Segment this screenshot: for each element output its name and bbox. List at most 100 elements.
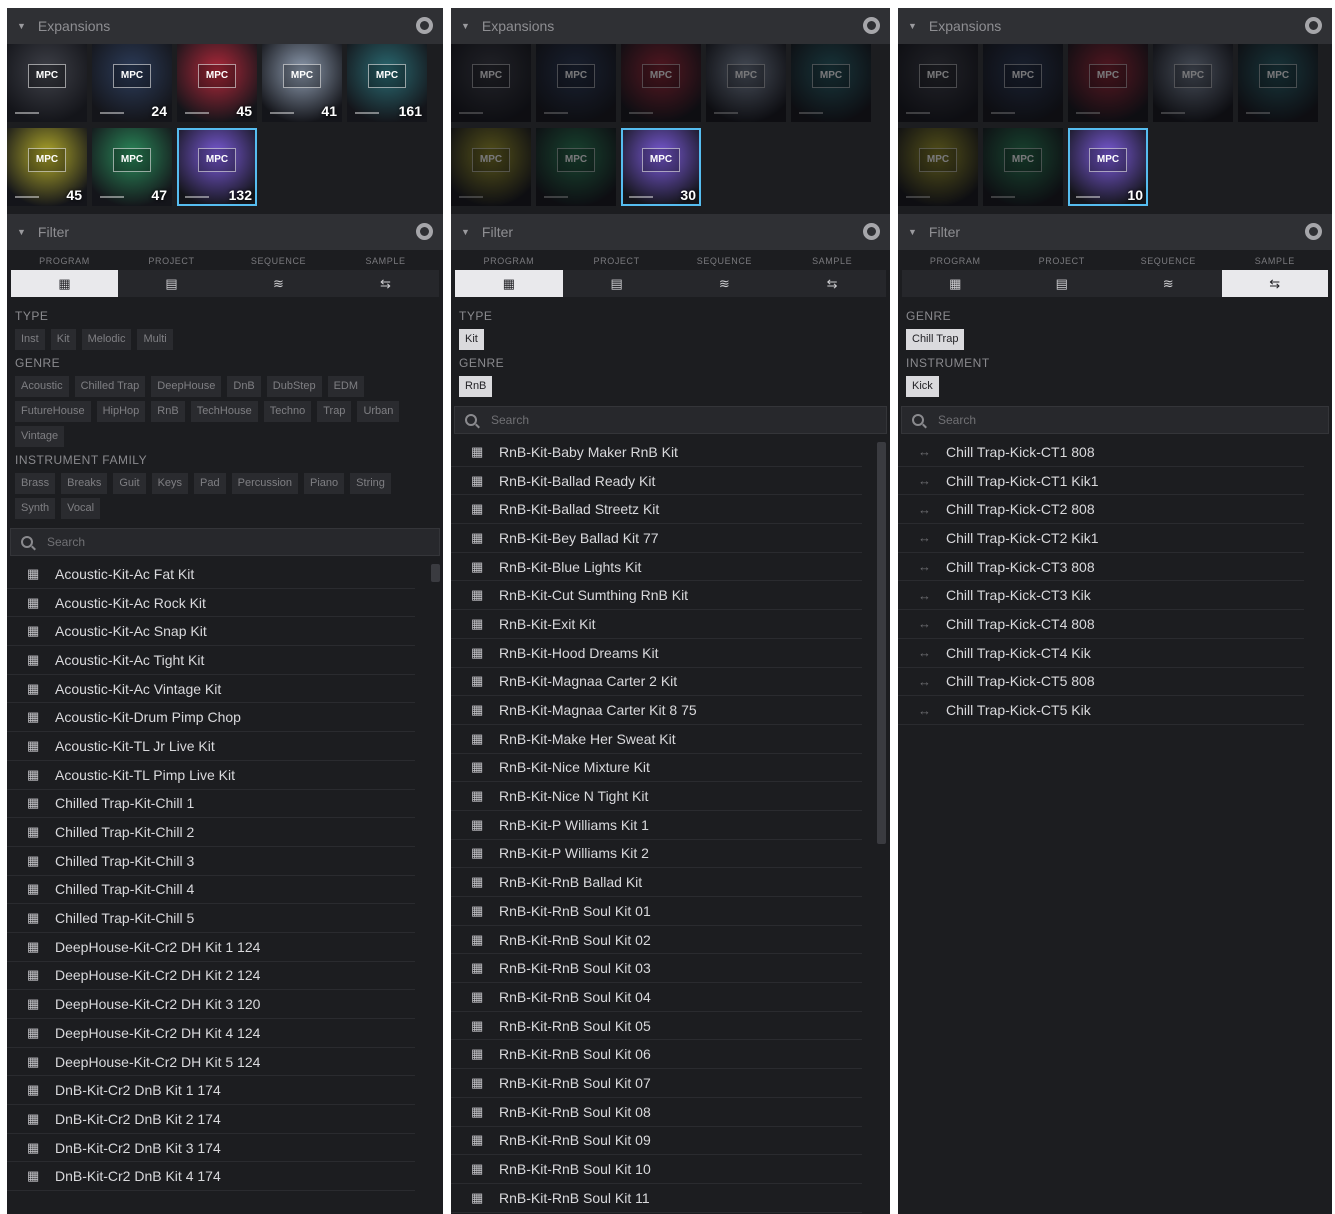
- list-item[interactable]: ▦ RnB-Kit-Hood Dreams Kit: [451, 639, 862, 668]
- tab-sequence[interactable]: ≋: [1115, 270, 1222, 297]
- filter-chip[interactable]: Melodic: [81, 329, 132, 350]
- filter-chip[interactable]: RnB: [151, 401, 185, 422]
- tab-program[interactable]: ▦: [11, 270, 118, 297]
- list-item[interactable]: ▦ DnB-Kit-Cr2 DnB Kit 2 174: [7, 1105, 415, 1134]
- expansion-tile[interactable]: MPC: [1068, 44, 1148, 122]
- filter-chip[interactable]: Brass: [15, 473, 56, 494]
- search-placeholder[interactable]: Search: [491, 413, 529, 427]
- list-item[interactable]: ↔ Chill Trap-Kick-CT4 808: [898, 610, 1304, 639]
- expansion-tile[interactable]: MPC: [791, 44, 871, 122]
- filter-chip[interactable]: TechHouse: [190, 401, 258, 422]
- list-item[interactable]: ▦ RnB-Kit-RnB Soul Kit 09: [451, 1127, 862, 1156]
- list-item[interactable]: ▦ RnB-Kit-Ballad Streetz Kit: [451, 495, 862, 525]
- list-item[interactable]: ↔ Chill Trap-Kick-CT1 808: [898, 438, 1304, 467]
- list-item[interactable]: ▦ RnB-Kit-RnB Soul Kit 03: [451, 954, 862, 984]
- tab-sample[interactable]: ⇆: [332, 270, 439, 297]
- tab-program[interactable]: ▦: [455, 270, 563, 297]
- list-item[interactable]: ↔ Chill Trap-Kick-CT1 Kik1: [898, 467, 1304, 496]
- list-item[interactable]: ▦ RnB-Kit-P Williams Kit 1: [451, 811, 862, 840]
- list-item[interactable]: ▦ RnB-Kit-RnB Soul Kit 04: [451, 983, 862, 1012]
- filter-chip[interactable]: Breaks: [61, 473, 108, 494]
- tab-program[interactable]: ▦: [902, 270, 1009, 297]
- list-item[interactable]: ▦ Acoustic-Kit-Ac Rock Kit: [7, 589, 415, 618]
- list-item[interactable]: ▦ DeepHouse-Kit-Cr2 DH Kit 1 124: [7, 933, 415, 962]
- filter-chip[interactable]: Kick: [906, 376, 939, 397]
- list-item[interactable]: ↔ Chill Trap-Kick-CT5 Kik: [898, 696, 1304, 725]
- expansion-tile[interactable]: MPC 47: [92, 128, 172, 206]
- expansion-tile[interactable]: MPC: [7, 44, 87, 122]
- expansion-tile[interactable]: MPC: [536, 128, 616, 206]
- list-item[interactable]: ▦ Chilled Trap-Kit-Chill 1: [7, 790, 415, 819]
- filter-chip[interactable]: Keys: [151, 473, 189, 494]
- list-item[interactable]: ▦ RnB-Kit-P Williams Kit 2: [451, 840, 862, 869]
- list-item[interactable]: ▦ RnB-Kit-Magnaa Carter 2 Kit: [451, 668, 862, 697]
- filter-header[interactable]: ▼ Filter: [451, 214, 890, 250]
- expansion-tile[interactable]: MPC 45: [177, 44, 257, 122]
- list-item[interactable]: ▦ RnB-Kit-RnB Soul Kit 10: [451, 1155, 862, 1184]
- filter-chip[interactable]: EDM: [327, 376, 365, 397]
- list-item[interactable]: ▦ RnB-Kit-Magnaa Carter Kit 8 75: [451, 696, 862, 725]
- tab-project[interactable]: ▤: [118, 270, 225, 297]
- tab-sequence[interactable]: ≋: [225, 270, 332, 297]
- list-item[interactable]: ▦ RnB-Kit-Ballad Ready Kit: [451, 467, 862, 496]
- filter-chip[interactable]: Inst: [15, 329, 45, 350]
- list-item[interactable]: ↔ Chill Trap-Kick-CT3 Kik: [898, 581, 1304, 611]
- list-item[interactable]: ▦ RnB-Kit-RnB Soul Kit 02: [451, 926, 862, 955]
- list-item[interactable]: ▦ RnB-Kit-Bey Ballad Kit 77: [451, 524, 862, 553]
- scrollbar[interactable]: [877, 442, 886, 844]
- expansion-tile[interactable]: MPC: [898, 44, 978, 122]
- search-field[interactable]: Search: [901, 406, 1329, 434]
- list-item[interactable]: ▦ RnB-Kit-Cut Sumthing RnB Kit: [451, 581, 862, 611]
- filter-chip[interactable]: String: [350, 473, 391, 494]
- filter-chip[interactable]: Percussion: [231, 473, 299, 494]
- filter-chip[interactable]: Trap: [317, 401, 352, 422]
- filter-chip[interactable]: Chilled Trap: [74, 376, 146, 397]
- list-item[interactable]: ▦ RnB-Kit-Nice N Tight Kit: [451, 782, 862, 811]
- tab-project[interactable]: ▤: [1009, 270, 1116, 297]
- filter-chip[interactable]: Multi: [137, 329, 173, 350]
- filter-chip[interactable]: Vintage: [15, 426, 65, 447]
- expansions-header[interactable]: ▼ Expansions: [451, 8, 890, 44]
- settings-icon[interactable]: [416, 223, 433, 240]
- expansion-tile[interactable]: MPC 41: [262, 44, 342, 122]
- list-item[interactable]: ▦ DnB-Kit-Cr2 DnB Kit 4 174: [7, 1162, 415, 1192]
- collapse-arrow-icon[interactable]: ▼: [461, 21, 470, 31]
- filter-header[interactable]: ▼ Filter: [898, 214, 1332, 250]
- scrollbar[interactable]: [431, 564, 440, 582]
- list-item[interactable]: ▦ RnB-Kit-Exit Kit: [451, 610, 862, 639]
- list-item[interactable]: ▦ RnB-Kit-Nice Mixture Kit: [451, 754, 862, 783]
- list-item[interactable]: ↔ Chill Trap-Kick-CT2 Kik1: [898, 524, 1304, 553]
- list-item[interactable]: ▦ Acoustic-Kit-Drum Pimp Chop: [7, 703, 415, 733]
- list-item[interactable]: ▦ Chilled Trap-Kit-Chill 3: [7, 847, 415, 876]
- expansion-tile[interactable]: MPC: [983, 128, 1063, 206]
- tab-sequence[interactable]: ≋: [671, 270, 779, 297]
- list-item[interactable]: ▦ Chilled Trap-Kit-Chill 5: [7, 904, 415, 933]
- collapse-arrow-icon[interactable]: ▼: [908, 21, 917, 31]
- list-item[interactable]: ▦ Acoustic-Kit-TL Jr Live Kit: [7, 732, 415, 761]
- list-item[interactable]: ▦ DnB-Kit-Cr2 DnB Kit 3 174: [7, 1134, 415, 1163]
- expansion-tile[interactable]: MPC: [983, 44, 1063, 122]
- expansion-tile[interactable]: MPC: [1238, 44, 1318, 122]
- filter-chip[interactable]: Chill Trap: [906, 329, 965, 350]
- list-item[interactable]: ↔ Chill Trap-Kick-CT2 808: [898, 495, 1304, 525]
- expansion-tile[interactable]: MPC 30: [621, 128, 701, 206]
- list-item[interactable]: ▦ DeepHouse-Kit-Cr2 DH Kit 2 124: [7, 962, 415, 991]
- list-item[interactable]: ▦ Chilled Trap-Kit-Chill 2: [7, 818, 415, 847]
- expansion-tile[interactable]: MPC: [536, 44, 616, 122]
- list-item[interactable]: ↔ Chill Trap-Kick-CT5 808: [898, 668, 1304, 697]
- expansions-header[interactable]: ▼ Expansions: [898, 8, 1332, 44]
- tab-sample[interactable]: ⇆: [1221, 270, 1328, 297]
- filter-header[interactable]: ▼ Filter: [7, 214, 443, 250]
- expansion-tile[interactable]: MPC: [451, 128, 531, 206]
- filter-chip[interactable]: HipHop: [96, 401, 146, 422]
- list-item[interactable]: ▦ DeepHouse-Kit-Cr2 DH Kit 5 124: [7, 1048, 415, 1077]
- filter-chip[interactable]: Acoustic: [15, 376, 69, 397]
- filter-chip[interactable]: Kit: [50, 329, 76, 350]
- list-item[interactable]: ▦ RnB-Kit-RnB Soul Kit 11: [451, 1184, 862, 1213]
- filter-chip[interactable]: Urban: [357, 401, 400, 422]
- collapse-arrow-icon[interactable]: ▼: [908, 227, 917, 237]
- list-item[interactable]: ▦ RnB-Kit-Make Her Sweat Kit: [451, 725, 862, 754]
- collapse-arrow-icon[interactable]: ▼: [17, 227, 26, 237]
- filter-chip[interactable]: Kit: [459, 329, 484, 350]
- search-field[interactable]: Search: [10, 528, 440, 556]
